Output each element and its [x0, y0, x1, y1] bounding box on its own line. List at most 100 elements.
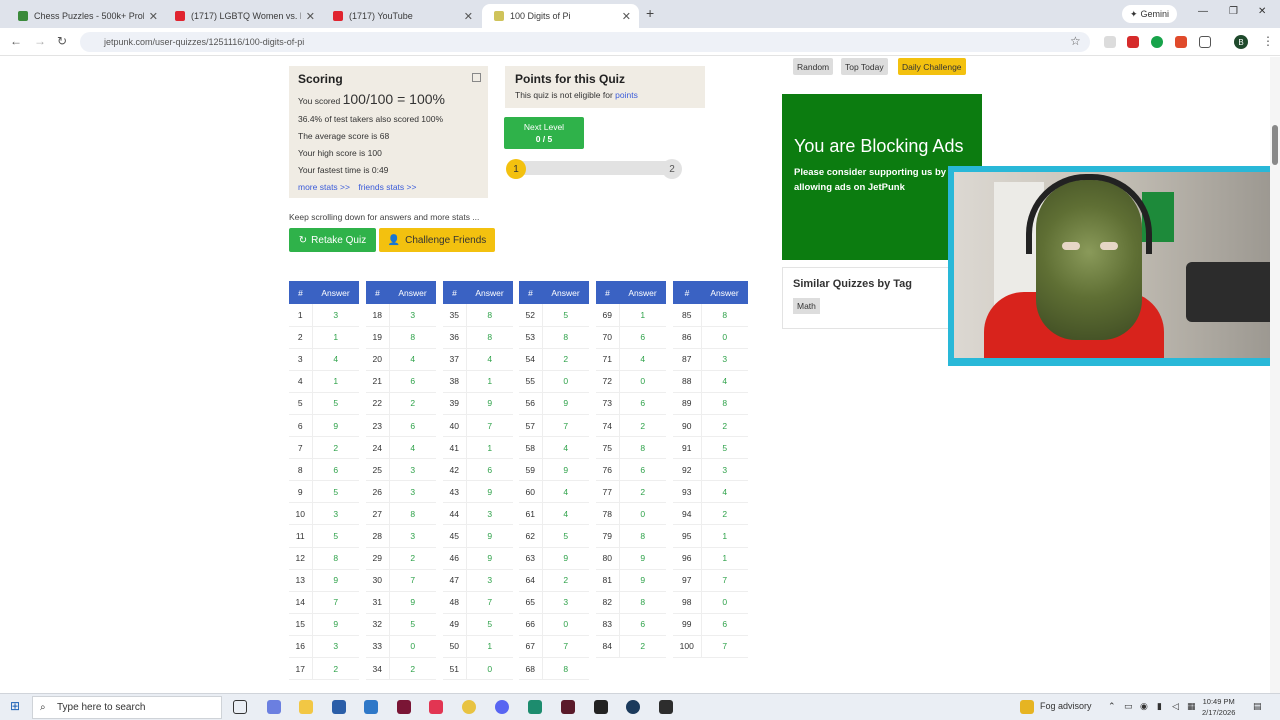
digit-answer: 8 — [700, 392, 748, 415]
language-icon[interactable]: ▦ — [1187, 701, 1196, 712]
tab-daily-challenge[interactable]: Daily Challenge — [898, 58, 966, 75]
digit-answer: 9 — [541, 392, 589, 415]
friends-stats-link[interactable]: friends stats >> — [358, 182, 416, 192]
extension-icon[interactable] — [1104, 36, 1116, 48]
digit-answer: 3 — [388, 524, 436, 548]
table-row: 92 3 — [673, 458, 748, 482]
extension-icon[interactable] — [1175, 36, 1187, 48]
table-row: 99 6 — [673, 613, 748, 636]
close-icon[interactable]: ✕ — [622, 10, 631, 23]
gemini-button[interactable]: ✦ Gemini — [1122, 5, 1178, 23]
mic-icon[interactable]: ▮ — [1157, 701, 1162, 712]
epic-games-icon[interactable] — [594, 700, 608, 714]
table-row: 32 5 — [366, 613, 436, 636]
steam-icon[interactable] — [626, 700, 640, 714]
digit-position: 9 — [289, 480, 312, 504]
puzzle-extensions-icon[interactable] — [1199, 36, 1211, 48]
app-icon[interactable] — [561, 700, 575, 714]
digit-position: 91 — [673, 436, 701, 460]
digit-position: 76 — [596, 458, 619, 482]
new-tab-button[interactable]: + — [646, 5, 654, 21]
table-row: 89 8 — [673, 392, 748, 415]
taskbar-clock[interactable]: 10:49 PM 2/17/2026 — [1202, 696, 1235, 718]
digit-position: 25 — [366, 458, 389, 482]
digit-position: 33 — [366, 635, 389, 659]
close-icon[interactable]: ✕ — [464, 10, 473, 23]
browser-tab[interactable]: (1717) LGBTQ Women vs. Former ✕ — [163, 4, 323, 28]
digit-answer: 9 — [311, 569, 359, 592]
digit-position: 77 — [596, 480, 619, 504]
discord-icon[interactable] — [495, 700, 509, 714]
digit-answer: 4 — [388, 348, 436, 371]
table-row: 75 8 — [596, 436, 666, 460]
chrome-icon[interactable] — [462, 700, 476, 714]
webcam-overlay — [948, 166, 1280, 366]
column-header-answer: Answer — [542, 281, 589, 304]
digit-position: 71 — [596, 348, 619, 371]
table-row: 55 — [289, 392, 359, 415]
extension-icon[interactable] — [1127, 36, 1139, 48]
challenge-friends-button[interactable]: 👤 Challenge Friends — [379, 228, 495, 252]
browser-tab[interactable]: Chess Puzzles - 500k+ Problems ✕ — [6, 4, 166, 28]
windows-start-icon[interactable]: ⊞ — [10, 699, 20, 713]
table-row: 96 1 — [673, 547, 748, 570]
obs-icon[interactable] — [659, 700, 673, 714]
minimize-icon[interactable]: — — [1198, 6, 1208, 17]
notifications-icon[interactable]: ▤ — [1253, 701, 1262, 712]
mail-icon[interactable] — [364, 700, 378, 714]
address-bar[interactable]: jetpunk.com/user-quizzes/1251116/100-dig… — [80, 32, 1090, 52]
tag-chip-math[interactable]: Math — [793, 298, 820, 314]
volume-icon[interactable]: ◁ — [1172, 701, 1179, 712]
digit-position: 17 — [289, 657, 312, 681]
app-icon[interactable] — [528, 700, 542, 714]
menu-dots-icon[interactable]: ⋮ — [1262, 34, 1274, 48]
table-row: 24 4 — [366, 436, 436, 460]
restore-icon[interactable]: ❐ — [1229, 6, 1238, 17]
copy-icon[interactable] — [472, 73, 481, 82]
tab-title: (1717) YouTube — [349, 11, 413, 21]
tray-icon[interactable]: ▭ — [1124, 701, 1133, 712]
more-stats-link[interactable]: more stats >> — [298, 182, 350, 192]
profile-avatar[interactable]: B — [1234, 35, 1248, 49]
digit-answer: 2 — [618, 480, 666, 504]
chevron-up-icon[interactable]: ⌃ — [1108, 701, 1116, 712]
close-window-icon[interactable]: ✕ — [1258, 6, 1266, 17]
taskbar-search[interactable]: ⌕ Type here to search — [32, 696, 222, 719]
table-row: 54 2 — [519, 348, 589, 371]
copilot-icon[interactable] — [267, 700, 281, 714]
tab-top-today[interactable]: Top Today — [841, 58, 888, 75]
table-row: 91 5 — [673, 436, 748, 460]
digit-position: 63 — [519, 547, 542, 570]
digit-answer: 0 — [618, 502, 666, 526]
bookmark-star-icon[interactable]: ☆ — [1070, 34, 1081, 48]
digit-answer: 2 — [388, 547, 436, 570]
store-icon[interactable] — [332, 700, 346, 714]
task-view-icon[interactable] — [233, 700, 247, 714]
app-icon[interactable] — [397, 700, 411, 714]
table-row: 87 3 — [673, 348, 748, 371]
digit-answer: 2 — [618, 635, 666, 659]
weather-text[interactable]: Fog advisory — [1040, 701, 1092, 711]
browser-tab-active[interactable]: 100 Digits of Pi ✕ — [482, 4, 639, 28]
back-icon[interactable]: ← — [10, 34, 22, 48]
forward-icon[interactable]: → — [34, 34, 46, 48]
music-icon[interactable] — [429, 700, 443, 714]
retake-quiz-button[interactable]: ↻ Retake Quiz — [289, 228, 376, 252]
digit-answer: 2 — [388, 657, 436, 681]
table-row: 31 9 — [366, 591, 436, 614]
file-explorer-icon[interactable] — [299, 700, 313, 714]
average-stat: The average score is 68 — [298, 131, 390, 141]
browser-tab[interactable]: (1717) YouTube ✕ — [321, 4, 481, 28]
digit-answer: 8 — [388, 326, 436, 349]
scrollbar-thumb[interactable] — [1272, 125, 1278, 165]
digit-position: 36 — [443, 326, 466, 349]
tab-random[interactable]: Random — [793, 58, 834, 75]
digit-answer: 5 — [311, 480, 359, 504]
extension-icon[interactable] — [1151, 36, 1163, 48]
close-icon[interactable]: ✕ — [306, 10, 315, 23]
network-icon[interactable]: ◉ — [1140, 701, 1148, 712]
close-icon[interactable]: ✕ — [149, 10, 158, 23]
points-link[interactable]: points — [615, 90, 638, 100]
reload-icon[interactable]: ↻ — [57, 34, 67, 48]
digit-answer: 8 — [618, 436, 666, 460]
